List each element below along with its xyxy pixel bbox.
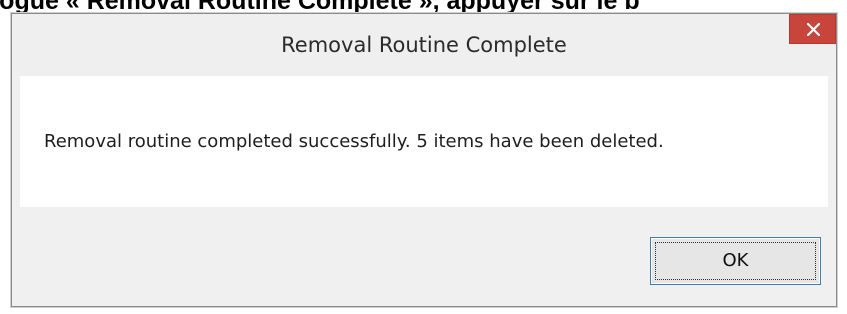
- dialog-message: Removal routine completed successfully. …: [44, 131, 664, 152]
- removal-complete-dialog: Removal Routine Complete Removal routine…: [11, 13, 837, 307]
- dialog-client-area: Removal routine completed successfully. …: [20, 76, 828, 300]
- ok-button[interactable]: OK: [650, 237, 821, 285]
- message-panel: Removal routine completed successfully. …: [20, 76, 828, 207]
- screenshot-page: de dialogue « Removal Routine Complete »…: [0, 0, 847, 314]
- close-button[interactable]: [789, 14, 836, 44]
- dialog-title-bar[interactable]: Removal Routine Complete: [12, 14, 836, 76]
- ok-button-label: OK: [722, 250, 749, 271]
- dialog-title: Removal Routine Complete: [281, 33, 567, 57]
- close-icon: [807, 23, 820, 36]
